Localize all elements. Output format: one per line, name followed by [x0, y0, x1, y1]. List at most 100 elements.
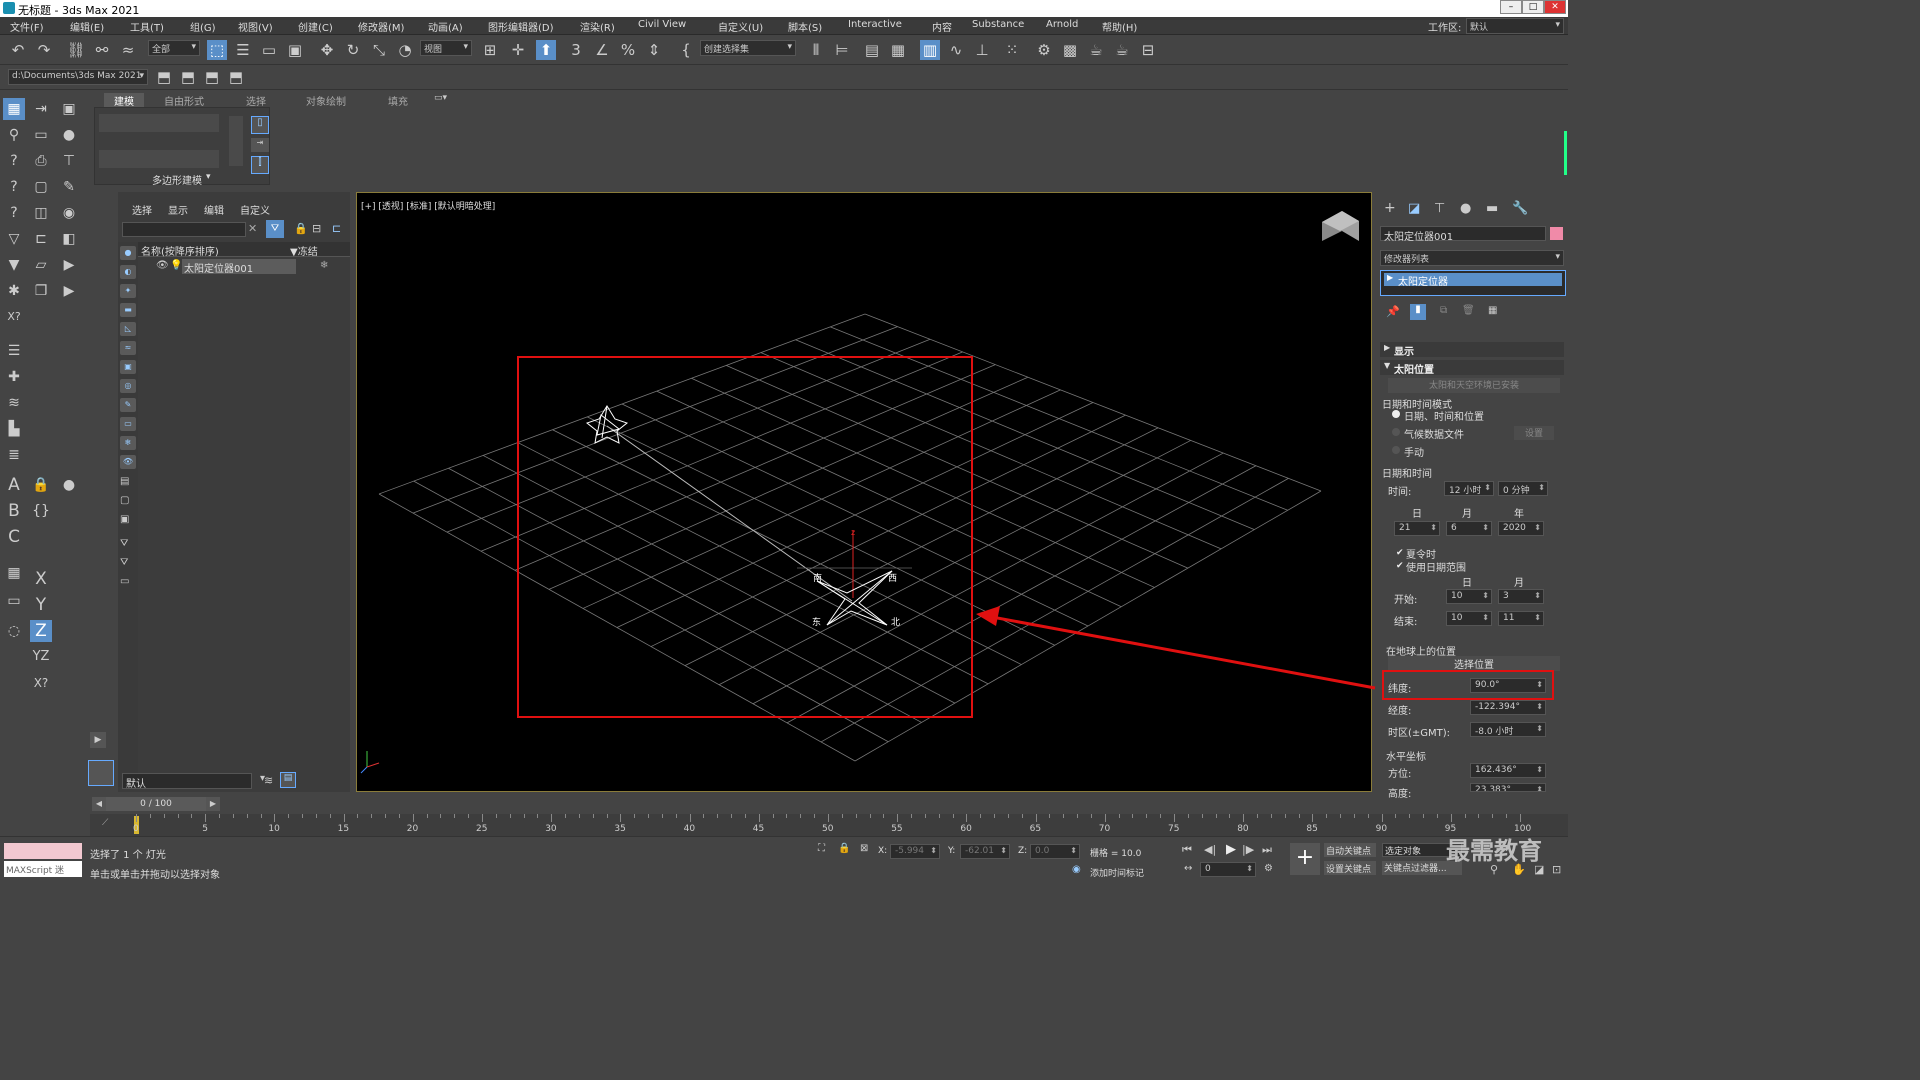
project-open-icon[interactable]: ⬒: [202, 67, 222, 87]
axis-y-icon[interactable]: Y: [30, 594, 52, 616]
project-settings-icon[interactable]: ⬒: [226, 67, 246, 87]
spinner-snap-icon[interactable]: ⇕: [644, 40, 664, 60]
layer-dropdown[interactable]: 默认: [122, 773, 252, 790]
plane-icon[interactable]: ▱: [30, 254, 52, 276]
time-slider[interactable]: ◀ 0 / 100 ▶: [90, 797, 1376, 813]
shapes-icon[interactable]: ●: [58, 124, 80, 146]
percent-snap-icon[interactable]: %: [618, 40, 638, 60]
schematic-view-icon[interactable]: ⊥: [972, 40, 992, 60]
move-icon[interactable]: ✥: [317, 40, 337, 60]
play-box-icon[interactable]: ▶: [58, 280, 80, 302]
help-select-icon[interactable]: ?: [3, 202, 25, 224]
snaps-toggle-icon[interactable]: 3: [566, 40, 586, 60]
set-key-button[interactable]: +: [1290, 843, 1320, 875]
ribbon-tool-row-1[interactable]: [99, 114, 219, 132]
display-none-icon[interactable]: ▢: [120, 495, 129, 506]
choose-location-button[interactable]: 选择位置: [1388, 656, 1560, 671]
sphere-icon[interactable]: ◉: [58, 202, 80, 224]
latitude-spinner[interactable]: 90.0°: [1470, 678, 1546, 693]
axis-yz-icon[interactable]: YZ: [30, 646, 52, 668]
maxscript-input[interactable]: MAXScript 迷: [4, 861, 82, 877]
table-row[interactable]: 👁 💡 太阳定位器001 ❄: [138, 259, 350, 275]
start-day-spinner[interactable]: 10: [1446, 589, 1492, 604]
create-tab-icon[interactable]: +: [1384, 200, 1396, 216]
ribbon-tab-object-paint[interactable]: 对象绘制: [306, 93, 346, 108]
axis-z-icon[interactable]: Z: [30, 620, 52, 642]
filter-xrefs-icon[interactable]: ◎: [120, 379, 136, 393]
ribbon-tool-row-2[interactable]: [99, 150, 219, 168]
configure-sets-icon[interactable]: ▦: [1488, 305, 1497, 316]
ribbon-options-icon[interactable]: ▭▾: [434, 93, 452, 105]
curve-toggle-icon[interactable]: ⟋: [102, 818, 108, 828]
year-spinner[interactable]: 2020: [1498, 521, 1544, 536]
scene-menu-edit[interactable]: 编辑: [204, 202, 224, 217]
isolate-icon[interactable]: ⛶: [818, 843, 825, 854]
x-coord-field[interactable]: -5.994: [890, 844, 940, 859]
snowflake-icon[interactable]: ✱: [3, 280, 25, 302]
curve-editor-icon[interactable]: ∿: [946, 40, 966, 60]
filter-bones-icon[interactable]: ✎: [120, 398, 136, 412]
column-freeze[interactable]: ▼冻结: [290, 243, 318, 258]
pivot-center-icon[interactable]: ⊞: [480, 40, 500, 60]
mode-option-2[interactable]: 气候数据文件: [1404, 426, 1464, 441]
set-key-mode-button[interactable]: 设置关键点: [1324, 861, 1376, 875]
menu-graph-editors[interactable]: 图形编辑器(D): [488, 19, 554, 34]
perspective-viewport[interactable]: [+] [透视] [标准] [默认明暗处理] 南 西 东 北 z: [356, 192, 1372, 792]
minute-spinner[interactable]: 0 分钟: [1498, 481, 1548, 496]
ruler-icon[interactable]: ▭: [3, 590, 25, 612]
filter-funnel2-icon[interactable]: ⛛: [120, 557, 128, 568]
invert-display-icon[interactable]: ▣: [120, 514, 129, 525]
help-pen-icon[interactable]: ?: [3, 150, 25, 172]
project-path-dropdown[interactable]: d:\Documents\3ds Max 2021: [8, 69, 148, 85]
nav-zoom-icon[interactable]: ⚲: [1490, 863, 1498, 876]
link-icon[interactable]: ⛓: [66, 40, 86, 60]
nav-maximize-icon[interactable]: ⊡: [1552, 863, 1561, 876]
nav-orbit-icon[interactable]: ✋: [1512, 863, 1526, 876]
time-config-icon[interactable]: ⚙: [1264, 863, 1273, 874]
month-spinner[interactable]: 6: [1446, 521, 1492, 536]
weather-setup-button[interactable]: 设置: [1514, 426, 1554, 440]
window-icon[interactable]: ▭: [30, 124, 52, 146]
stack-icon[interactable]: ☰: [3, 340, 25, 362]
rollout-sun-arrow-icon[interactable]: ▼: [1384, 361, 1390, 370]
next-key-icon[interactable]: |▶: [1242, 843, 1254, 856]
filter-spacewarps-icon[interactable]: ≈: [120, 341, 136, 355]
date-range-checkbox[interactable]: ✔: [1396, 561, 1404, 571]
unlink-icon[interactable]: ⚯: [92, 40, 112, 60]
menu-create[interactable]: 创建(C): [298, 19, 333, 34]
forward-icon[interactable]: ▶: [58, 254, 80, 276]
selection-lock-icon[interactable]: 🔒: [838, 843, 850, 854]
display-tab-icon[interactable]: ▬: [1486, 201, 1498, 216]
y-coord-field[interactable]: -62.01: [960, 844, 1010, 859]
layer-manager-icon[interactable]: ≋: [264, 774, 273, 787]
mirror-icon[interactable]: ⫴: [806, 40, 826, 60]
edit-named-sets-icon[interactable]: {: [676, 40, 696, 60]
nav-fov-icon[interactable]: ◪: [1534, 863, 1544, 876]
row-name[interactable]: 太阳定位器001: [182, 259, 296, 275]
menu-substance[interactable]: Substance: [972, 19, 1024, 30]
filter-groups-icon[interactable]: ▣: [120, 360, 136, 374]
viewport-layout-icon[interactable]: [88, 760, 114, 786]
project-folder-icon[interactable]: ⬒: [154, 67, 174, 87]
render-cloud-icon[interactable]: ⊟: [1138, 40, 1158, 60]
timezone-spinner[interactable]: -8.0 小时: [1470, 722, 1546, 737]
menu-customize[interactable]: 自定义(U): [718, 19, 763, 34]
cube-icon[interactable]: ◫: [30, 202, 52, 224]
add-time-tag[interactable]: 添加时间标记: [1090, 866, 1144, 879]
maxscript-listener[interactable]: [4, 843, 82, 859]
redo-icon[interactable]: ↷: [34, 40, 54, 60]
minimize-button[interactable]: –: [1500, 0, 1522, 14]
vertex-select-icon[interactable]: ▽: [3, 228, 25, 250]
menu-animation[interactable]: 动画(A): [428, 19, 463, 34]
toggle-scene-explorer-icon[interactable]: ▦: [888, 40, 908, 60]
menu-civil-view[interactable]: Civil View: [638, 19, 686, 30]
goto-end-icon[interactable]: ⏭: [1262, 843, 1272, 857]
ribbon-clone-icon[interactable]: ⫿: [251, 156, 269, 174]
motion-tab-icon[interactable]: ●: [1460, 201, 1471, 216]
render-production-icon[interactable]: ☕: [1086, 40, 1106, 60]
axis-x-icon[interactable]: X: [30, 568, 52, 590]
select-object-icon[interactable]: ⬚: [207, 40, 227, 60]
end-month-spinner[interactable]: 11: [1498, 611, 1544, 626]
longitude-spinner[interactable]: -122.394°: [1470, 700, 1546, 715]
select-manipulate-icon[interactable]: ✛: [508, 40, 528, 60]
